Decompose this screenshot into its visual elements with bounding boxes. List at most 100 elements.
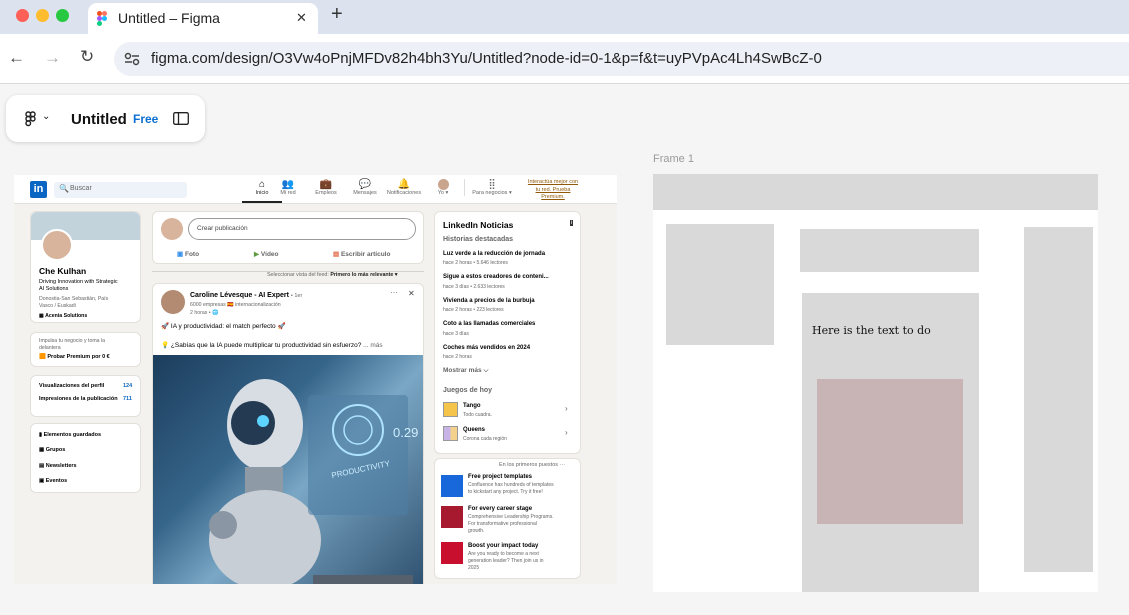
create-post-input[interactable]: Crear publicación (188, 218, 416, 240)
games-title: Juegos de hoy (443, 387, 493, 394)
harvard-logo-icon (441, 506, 463, 528)
news-subtitle: Historias destacadas (443, 236, 514, 243)
profile-location: Donostia-San Sebastián, País (39, 296, 109, 302)
chevron-down-icon[interactable]: ⌄ (42, 111, 50, 122)
minimize-window-button[interactable] (36, 9, 49, 22)
ad-body: growth. (468, 528, 485, 534)
profile-company: ▦ Acenia Solutions (39, 313, 88, 319)
back-icon[interactable]: ← (8, 48, 25, 68)
stat-label[interactable]: Visualizaciones del perfil (39, 383, 104, 389)
premium-promo-text: Impulsa tu negocio y toma la (39, 338, 106, 344)
news-item[interactable]: Vivienda a precios de la burbuja (443, 298, 535, 304)
premium-promo-link[interactable]: Interactúa mejor con tu red. Prueba Premiu… (519, 179, 587, 202)
browser-tab[interactable]: Untitled – Figma ✕ (88, 3, 318, 34)
frame-left-rect[interactable] (666, 224, 774, 345)
feed-sort[interactable]: Seleccionar vista del feed: Primero lo m… (267, 272, 397, 278)
post-text-line: 💡 ¿Sabías que la IA puede multiplicar tu… (161, 342, 383, 349)
groups-link[interactable]: ▦ Grupos (39, 447, 65, 453)
frame-text[interactable]: Here is the text to do (812, 324, 931, 337)
post-menu-icon[interactable]: ··· (390, 288, 398, 297)
leadership-logo-icon (441, 542, 463, 564)
write-article-button[interactable]: ▤ Escribir artículo (333, 250, 390, 258)
figma-logo-icon (97, 11, 107, 26)
site-settings-icon[interactable] (124, 52, 140, 66)
stat-value: 711 (123, 396, 132, 402)
show-more-button[interactable]: Mostrar más ⌵ (443, 367, 488, 375)
video-button[interactable]: ▶ Vídeo (254, 250, 279, 258)
premium-card[interactable]: Impulsa tu negocio y toma la delantera 🟧… (30, 332, 141, 367)
news-title: LinkedIn Noticias (443, 220, 514, 230)
nav-me[interactable]: Yo ▾ (428, 179, 458, 196)
browser-tab-bar: Untitled – Figma ✕ + (0, 0, 1129, 34)
frame-right-rect[interactable] (1024, 227, 1093, 572)
nav-jobs[interactable]: 💼 Empleos (306, 179, 346, 196)
linkedin-search-input[interactable]: 🔍 Buscar (54, 182, 187, 198)
info-icon[interactable]: i (570, 220, 574, 226)
forward-icon[interactable]: → (44, 48, 61, 68)
saved-items-link[interactable]: ▮ Elementos guardados (39, 432, 101, 438)
maximize-window-button[interactable] (56, 9, 69, 22)
nav-notifications[interactable]: 🔔 Notificaciones (380, 179, 428, 196)
frame-label[interactable]: Frame 1 (653, 153, 694, 165)
newsletters-link[interactable]: ▤ Newsletters (39, 463, 77, 469)
frame-header-rect[interactable] (653, 174, 1098, 210)
frame-top-rect[interactable] (800, 229, 979, 272)
news-item[interactable]: Coches más vendidos en 2024 (443, 345, 530, 351)
chevron-right-icon[interactable]: › (565, 428, 568, 437)
profile-card[interactable]: Che Kulhan Driving Innovation with Strat… (30, 211, 141, 323)
figma-menu-icon[interactable] (25, 111, 37, 127)
game-item[interactable]: Tango (463, 403, 481, 409)
game-item[interactable]: Queens (463, 427, 485, 433)
search-icon: 🔍 (59, 184, 69, 193)
try-premium-link[interactable]: 🟧 Probar Premium por 0 € (39, 354, 110, 360)
linkedin-navbar: in 🔍 Buscar ⌂ Inicio 👥 Mi red 💼 Empleos 💬 Me… (14, 175, 617, 204)
frame-1[interactable]: Here is the text to do (653, 174, 1098, 592)
address-bar[interactable]: figma.com/design/O3Vw4oPnjMFDv82h4bh3Yu/… (114, 42, 1129, 76)
game-sub: Corona cada región (463, 436, 507, 442)
ad-title[interactable]: Boost your impact today (468, 543, 538, 549)
post-close-icon[interactable]: ✕ (408, 289, 415, 298)
nav-messages[interactable]: 💬 Mensajes (345, 179, 385, 196)
premium-promo-text: delantera (39, 345, 61, 351)
close-window-button[interactable] (16, 9, 29, 22)
linkedin-screenshot-image[interactable]: in 🔍 Buscar ⌂ Inicio 👥 Mi red 💼 Empleos 💬 Me… (14, 175, 617, 584)
post-image[interactable]: 0.29 PRODUCTIVITY (153, 355, 423, 584)
profile-name[interactable]: Che Kulhan (39, 266, 86, 276)
ad-body: to kickstart any project. Try it free! (468, 489, 543, 495)
news-meta: hace 2 horas (443, 354, 472, 360)
news-item[interactable]: Sigue a estos creadores de conteni... (443, 274, 549, 280)
reload-icon[interactable]: ↻ (80, 47, 94, 67)
composer-card: Crear publicación ▣ Foto ▶ Vídeo ▤ Escri… (152, 211, 424, 264)
ad-body: generation leader? Then join us in (468, 558, 544, 564)
file-name[interactable]: Untitled (71, 111, 127, 128)
frame-image-rect[interactable] (817, 379, 963, 524)
nav-business[interactable]: ⣿ Para negocios ▾ (464, 179, 519, 196)
nav-network[interactable]: 👥 Mi red (268, 179, 308, 196)
profile-location: Vasco / Euskadi (39, 303, 76, 309)
tango-icon (443, 402, 458, 417)
news-item[interactable]: Coto a las llamadas comerciales (443, 321, 535, 327)
new-tab-button[interactable]: + (331, 3, 343, 26)
composer-avatar (161, 218, 183, 240)
close-tab-icon[interactable]: ✕ (296, 10, 307, 26)
profile-avatar[interactable] (41, 229, 73, 261)
stat-label[interactable]: Impresiones de la publicación (39, 396, 118, 402)
ad-body: For transformative professional (468, 521, 537, 527)
ad-body: Are you ready to become a next (468, 551, 539, 557)
ad-title[interactable]: For every career stage (468, 506, 532, 512)
post-text-line: 🚀 IA y productividad: el match perfecto … (161, 323, 286, 330)
news-meta: hace 2 horas • 223 lectores (443, 307, 504, 313)
stats-card: Visualizaciones del perfil 124 Impresion… (30, 375, 141, 417)
post-author-avatar[interactable] (161, 290, 185, 314)
sidebar-toggle-icon[interactable] (173, 112, 189, 125)
post-time: 2 horas • 🌐 (190, 310, 219, 316)
news-item[interactable]: Luz verde a la reducción de jornada (443, 251, 545, 257)
events-link[interactable]: ▣ Eventos (39, 478, 67, 484)
shortcuts-card: ▮ Elementos guardados ▦ Grupos ▤ Newslet… (30, 423, 141, 493)
chevron-right-icon[interactable]: › (565, 404, 568, 413)
ad-body: 2025 (468, 565, 480, 571)
ad-title[interactable]: Free project templates (468, 474, 532, 480)
ad-body: Confluence has hundreds of templates (468, 482, 554, 488)
post-author[interactable]: Caroline Lévesque - AI Expert • 1er (190, 292, 302, 299)
photo-button[interactable]: ▣ Foto (177, 250, 199, 258)
